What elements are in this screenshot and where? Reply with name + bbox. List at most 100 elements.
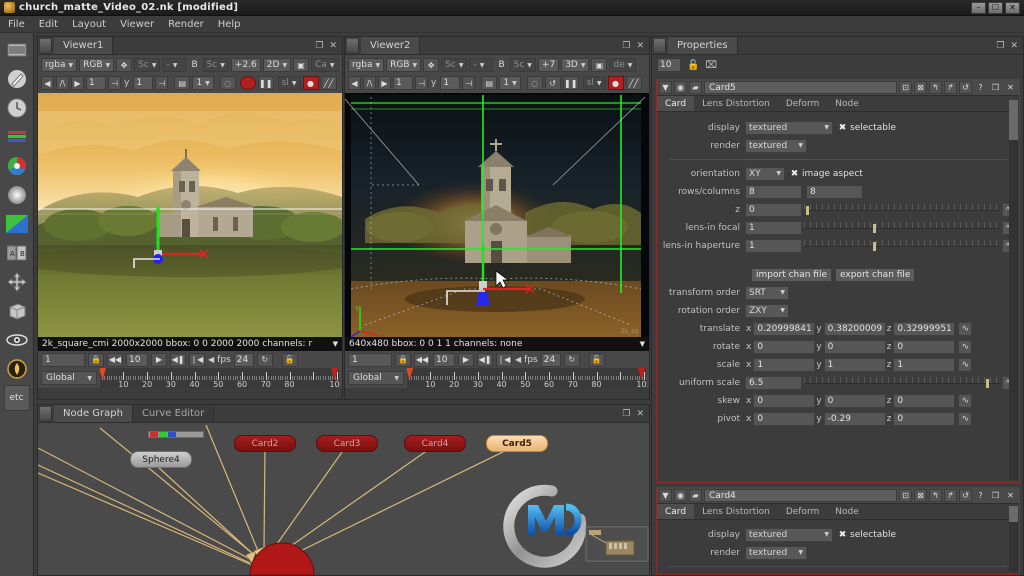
card4-tab-node[interactable]: Node [827,504,867,519]
nodegraph-canvas[interactable]: Sphere4 Card2 Card3 Card4 Card5 [38,423,649,575]
card4-float-icon[interactable]: ❐ [989,489,1002,502]
viewer2-rewind-button[interactable]: ◀◀ [414,352,430,367]
node-card2[interactable]: Card2 [234,435,296,452]
viewer2-frame-ruler[interactable]: 10 20 30 40 50 60 70 80 100 [407,368,646,388]
viewer2-exposure-reset-icon[interactable]: ⊣ [415,76,428,90]
card5-z-field[interactable]: 0 [745,202,802,217]
card5-skew-y-field[interactable]: 0 [823,393,886,408]
viewer2-fps-field[interactable]: 24 [540,352,561,367]
card5-scale-x-field[interactable]: 1 [753,357,816,372]
viewer2-alpha-icon[interactable]: /\ [363,76,376,90]
card5-export-chan-button[interactable]: export chan file [835,267,916,282]
viewer1-next-channel-icon[interactable]: ▶ [71,76,84,90]
tab-properties[interactable]: Properties [668,37,738,54]
menu-layout[interactable]: Layout [72,19,106,30]
viewer1-gamma-field[interactable]: 1 [133,76,154,90]
card4-help-icon[interactable]: ? [974,489,987,502]
viewer1-loop-button[interactable]: ↻ [256,352,273,367]
viewer1-channels-dropdown[interactable]: rgba ▼ [41,58,78,72]
viewer2-grip[interactable] [347,39,359,52]
viewer1-lock-icon[interactable]: 🔒 [88,352,104,367]
card4-render-dropdown[interactable]: textured ▼ [745,545,807,560]
viewer1-play-button[interactable]: ▶ [151,352,167,367]
chevron-down-icon[interactable]: ▼ [333,340,338,348]
card5-import-chan-button[interactable]: import chan file [751,267,833,282]
menu-help[interactable]: Help [218,19,241,30]
card5-revert-icon[interactable]: ↺ [959,81,972,94]
card4-expand-icon[interactable]: ▼ [659,489,672,502]
viewer1-fps-field[interactable]: 24 [233,352,254,367]
card5-pivot-anim-icon[interactable]: ∿ [958,411,973,426]
node-card4[interactable]: Card4 [404,435,466,452]
viewer2-roi-dropdown[interactable]: sl ▼ [582,76,606,90]
viewer2-monitor-icon[interactable]: ▣ [591,58,608,72]
card5-scrollbar[interactable] [1009,100,1018,480]
viewer2-image[interactable]: Y Y 2k_sq [345,93,649,337]
viewer2-blend-dropdown[interactable]: - ▼ [469,58,494,72]
viewer2-pause-icon[interactable]: ❚❚ [562,76,579,90]
card5-translate-z-field[interactable]: 0.32999951 [893,321,956,336]
card5-orientation-dropdown[interactable]: XY ▼ [745,166,785,181]
viewer1-rewind-button[interactable]: ◀◀ [107,352,123,367]
viewer1-roi-dropdown[interactable]: sl ▼ [277,76,301,90]
card5-rotate-x-field[interactable]: 0 [753,339,816,354]
card4-selectable-checkbox[interactable]: ✖ selectable [838,530,896,540]
properties-history-count[interactable]: 10 [657,58,681,72]
viewer2-blendvalue-dropdown[interactable]: Sc ▼ [509,58,536,72]
card5-tab-deform[interactable]: Deform [777,96,828,111]
card5-pivot-z-field[interactable]: 0 [893,411,956,426]
card5-pivot-x-field[interactable]: 0 [753,411,816,426]
card4-undo-icon[interactable]: ↰ [929,489,942,502]
viewer1-prev-channel-icon[interactable]: ◀ [41,76,54,90]
node-sphere4[interactable]: Sphere4 [130,451,192,468]
viewer1-gamma-reset-icon[interactable]: ⊣ [155,76,169,90]
viewer2-checker-icon[interactable]: ╱╱ [625,76,642,90]
card5-skew-z-field[interactable]: 0 [893,393,956,408]
viewer1-pause-icon[interactable]: ❚❚ [257,76,274,90]
viewer1-clip-icon[interactable]: ● [302,76,319,90]
viewer1-refresh-icon[interactable]: ◌ [219,76,236,90]
nodegraph-float-icon[interactable]: ❐ [622,409,630,419]
furnace-icon[interactable] [4,356,30,382]
viewer1-increment-field[interactable]: 10 [126,352,148,367]
card5-close-icon[interactable]: ✕ [1004,81,1017,94]
card5-expand-icon[interactable]: ▼ [659,81,672,94]
time-icon[interactable] [4,95,30,121]
viewer2-gamma-reset-icon[interactable]: ⊣ [462,76,476,90]
card5-uniformscale-field[interactable]: 6.5 [745,375,802,390]
viewer1-gain-field[interactable]: +2.6 [230,58,261,72]
viewer1-record-icon[interactable] [239,76,256,90]
card5-rows-field[interactable]: 8 [745,184,802,199]
card5-lensinhaperture-slider[interactable] [804,239,1000,253]
merge-icon[interactable]: AB [4,240,30,266]
card4-node-name-field[interactable]: Card4 [704,489,897,502]
card5-skew-x-field[interactable]: 0 [753,393,816,408]
card5-scale-anim-icon[interactable]: ∿ [958,357,973,372]
viewer2-next-channel-icon[interactable]: ▶ [378,76,391,90]
card5-translate-y-field[interactable]: 0.38200009 [823,321,886,336]
viewer1-layer-dropdown[interactable]: RGB ▼ [79,58,115,72]
card5-tab-lens-distortion[interactable]: Lens Distortion [694,96,778,111]
card5-rotationorder-dropdown[interactable]: ZXY ▼ [745,303,789,318]
color-icon[interactable] [4,153,30,179]
viewer2-gamma-field[interactable]: 1 [440,76,461,90]
card5-rotate-anim-icon[interactable]: ∿ [958,339,973,354]
card4-mask-icon[interactable]: ▰ [689,489,702,502]
viewer2-viewmode-dropdown[interactable]: 3D ▼ [561,58,590,72]
viewer2-loop-button[interactable]: ↻ [563,352,580,367]
card5-help-icon[interactable]: ? [974,81,987,94]
viewer1-masks-icon[interactable]: ✥ [116,58,133,72]
viewer1-viewerproc-dropdown[interactable]: Sc ▼ [134,58,161,72]
viewer2-exposure-field[interactable]: 1 [393,76,413,90]
viewer1-camera-dropdown[interactable]: Ca ▼ [311,58,339,72]
channel-icon[interactable] [4,124,30,150]
card5-scale-y-field[interactable]: 1 [823,357,886,372]
draw-icon[interactable] [4,66,30,92]
card5-keyframe-icon[interactable]: ⊡ [899,81,912,94]
properties-lock-icon[interactable]: 🔓 [687,60,699,71]
card5-lensinfocal-field[interactable]: 1 [745,220,802,235]
card5-columns-field[interactable]: 8 [806,184,863,199]
card5-display-dropdown[interactable]: textured ▼ [745,120,833,135]
filter-icon[interactable] [4,182,30,208]
card4-color-icon[interactable]: ◉ [674,489,687,502]
